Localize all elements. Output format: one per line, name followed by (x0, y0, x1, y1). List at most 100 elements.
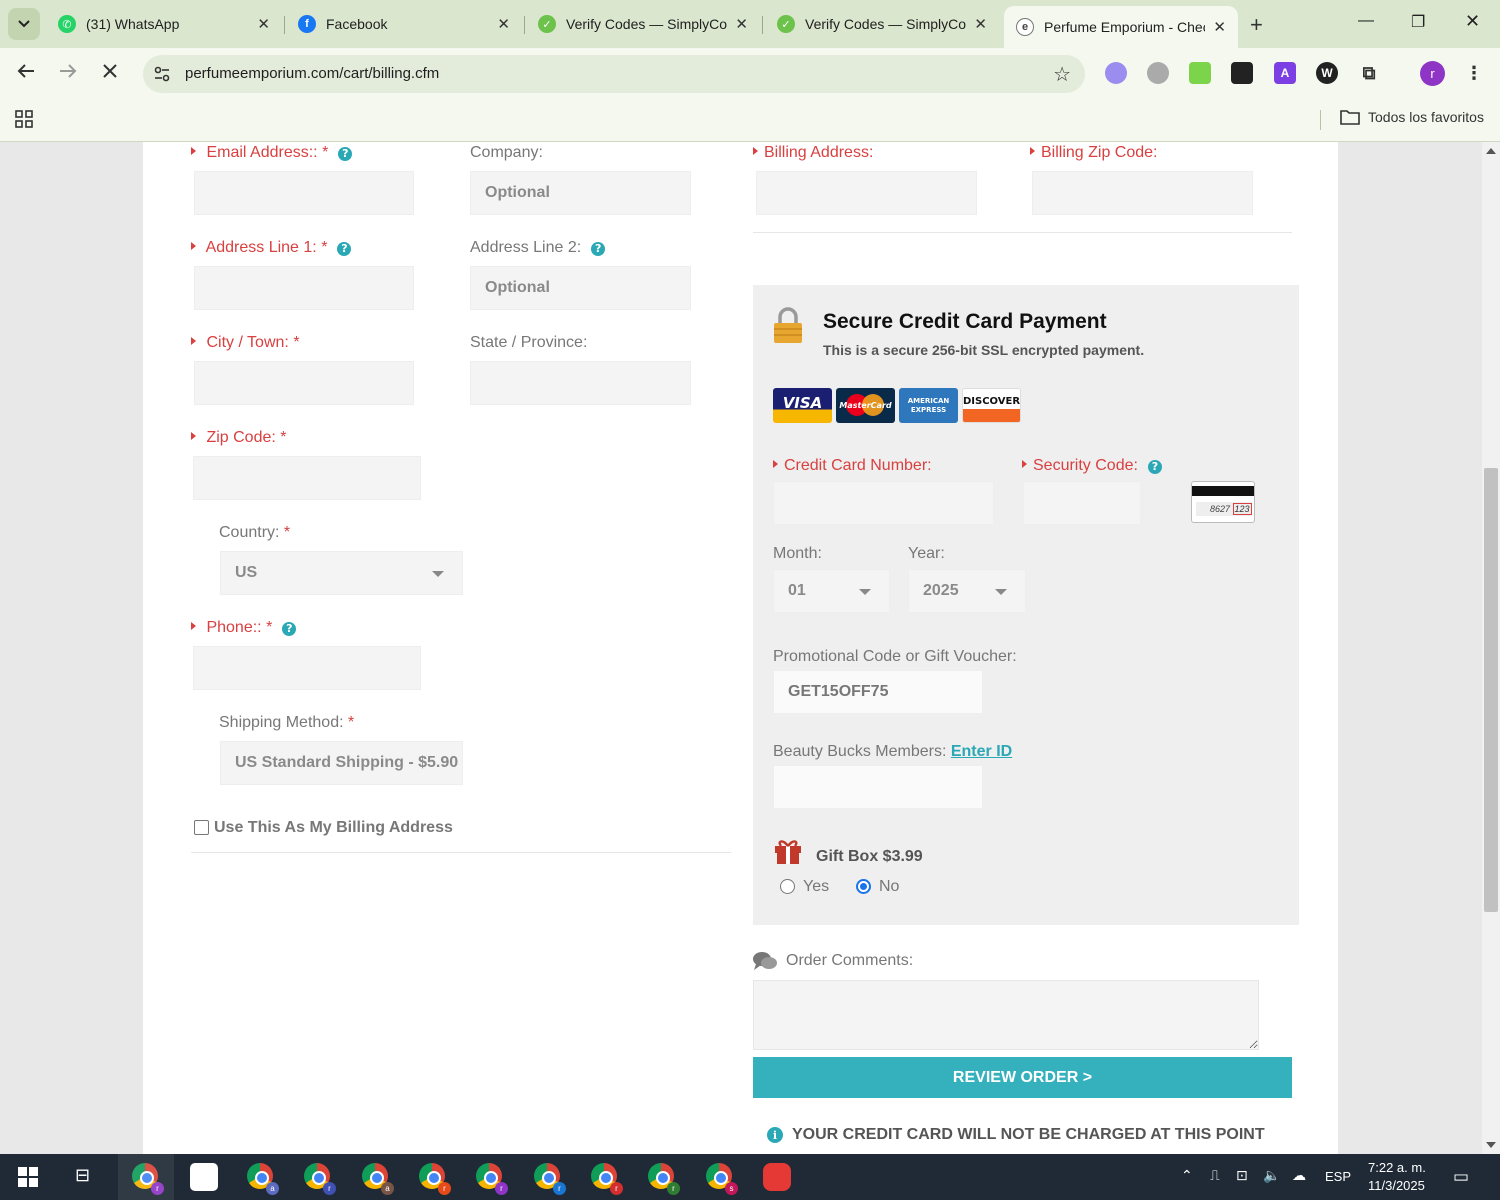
extension-cloud-icon[interactable] (1105, 62, 1127, 84)
taskbar-chrome-a-2[interactable]: a (362, 1163, 394, 1195)
state-input[interactable] (470, 361, 691, 405)
globe-icon[interactable] (1147, 62, 1169, 84)
company-input[interactable]: Optional (470, 171, 691, 215)
tab-verify-codes-2[interactable]: ✓ Verify Codes — SimplyCodes ✕ (765, 6, 999, 42)
payment-title: Secure Credit Card Payment (823, 310, 1107, 333)
tab-search-button[interactable] (8, 8, 40, 40)
close-icon[interactable]: ✕ (974, 15, 987, 33)
charge-notice: i YOUR CREDIT CARD WILL NOT BE CHARGED A… (767, 1126, 1265, 1144)
volume-icon[interactable]: 🔈 (1263, 1167, 1280, 1184)
address-line-2-input[interactable]: Optional (470, 266, 691, 310)
card-number-input[interactable] (773, 481, 994, 525)
help-icon[interactable]: ? (282, 621, 297, 636)
extension-chart-icon[interactable] (1189, 62, 1211, 84)
tray-chevron-up-icon[interactable]: ⌃ (1181, 1167, 1193, 1184)
url-text[interactable]: perfumeemporium.com/cart/billing.cfm (185, 65, 439, 82)
company-label: Company: (470, 144, 543, 161)
tab-facebook[interactable]: f Facebook ✕ (286, 6, 522, 42)
city-input[interactable] (194, 361, 414, 405)
forward-icon[interactable] (56, 62, 80, 85)
gift-box-no-label[interactable]: No (879, 878, 899, 896)
phone-input[interactable] (193, 646, 421, 690)
order-comments-textarea[interactable] (753, 980, 1259, 1050)
tab-verify-codes-1[interactable]: ✓ Verify Codes — SimplyCodes ✕ (526, 6, 760, 42)
order-comments-label: Order Comments: (786, 952, 914, 969)
all-bookmarks-folder[interactable]: Todos los favoritos (1340, 109, 1484, 125)
billing-zip-input[interactable] (1032, 171, 1253, 215)
page-scrollbar[interactable] (1482, 142, 1500, 1154)
tab-title: (31) WhatsApp (86, 16, 180, 32)
taskbar-chrome-r-3[interactable]: r (419, 1163, 451, 1195)
taskbar-chrome-r-2[interactable]: r (304, 1163, 336, 1195)
taskbar-chrome-r-5[interactable]: r (534, 1163, 566, 1195)
close-icon[interactable]: ✕ (1213, 18, 1226, 36)
gift-box-yes-radio[interactable] (780, 879, 795, 894)
taskbar-clock[interactable]: 7:22 a. m. 11/3/2025 (1368, 1159, 1426, 1195)
extension-a-icon[interactable]: A (1274, 62, 1296, 84)
billing-address-input[interactable] (756, 171, 977, 215)
tab-whatsapp[interactable]: ✆ (31) WhatsApp ✕ (46, 6, 282, 42)
beauty-bucks-input[interactable] (773, 765, 983, 809)
minimize-icon[interactable]: — (1358, 12, 1374, 30)
notifications-icon[interactable]: ▭ (1453, 1167, 1469, 1187)
restore-icon[interactable]: ❐ (1411, 12, 1425, 32)
help-icon[interactable]: ? (338, 146, 353, 161)
payment-subtitle: This is a secure 256-bit SSL encrypted p… (823, 342, 1145, 358)
language-indicator[interactable]: ESP (1325, 1169, 1351, 1184)
back-icon[interactable] (14, 62, 38, 85)
new-tab-icon[interactable]: + (1250, 12, 1263, 38)
help-icon[interactable]: ? (337, 241, 352, 256)
close-icon[interactable]: ✕ (497, 15, 510, 33)
help-icon[interactable]: ? (591, 241, 606, 256)
window-close-icon[interactable]: ✕ (1465, 11, 1480, 32)
year-select[interactable]: 2025 (908, 569, 1026, 613)
gift-box-yes-label[interactable]: Yes (803, 878, 829, 896)
extension-audio-icon[interactable] (1231, 62, 1253, 84)
taskbar-pen-app-icon[interactable] (190, 1163, 218, 1191)
address-line-1-input[interactable] (194, 266, 414, 310)
taskbar-chrome-r-7[interactable]: r (648, 1163, 680, 1195)
address-bar[interactable]: perfumeemporium.com/cart/billing.cfm ☆ (143, 55, 1085, 93)
promo-code-input[interactable]: GET15OFF75 (773, 670, 983, 714)
email-input[interactable] (194, 171, 414, 215)
profile-avatar[interactable]: r (1420, 61, 1445, 86)
review-order-button[interactable]: REVIEW ORDER > (753, 1057, 1292, 1098)
gift-box-no-radio[interactable] (856, 879, 871, 894)
enter-id-link[interactable]: Enter ID (951, 743, 1012, 760)
onedrive-cloud-icon[interactable]: ☁ (1292, 1167, 1306, 1184)
scrollbar-thumb[interactable] (1484, 468, 1498, 912)
task-view-icon[interactable]: ⊟ (75, 1165, 90, 1186)
zip-code-input[interactable] (193, 456, 421, 500)
extension-w-icon[interactable]: W (1316, 62, 1338, 84)
tab-separator (524, 16, 525, 34)
taskbar-chrome-r-4[interactable]: r (476, 1163, 508, 1195)
network-icon[interactable]: ⊡ (1236, 1167, 1248, 1184)
site-settings-icon[interactable] (153, 65, 171, 83)
taskbar-chrome-a-1[interactable]: a (247, 1163, 279, 1195)
extensions-puzzle-icon[interactable]: ⧉ (1358, 62, 1380, 84)
tray-device-icon[interactable]: ⎍ (1210, 1167, 1220, 1184)
use-as-billing-label[interactable]: Use This As My Billing Address (214, 819, 453, 837)
scroll-down-icon[interactable] (1486, 1142, 1496, 1148)
help-icon[interactable]: ? (1147, 459, 1162, 474)
close-icon[interactable]: ✕ (735, 15, 748, 33)
taskbar-chrome-s[interactable]: s (706, 1163, 738, 1195)
month-select[interactable]: 01 (773, 569, 890, 613)
country-select[interactable]: US (220, 551, 463, 595)
security-code-input[interactable] (1023, 481, 1141, 525)
use-as-billing-checkbox[interactable] (194, 820, 209, 835)
stop-loading-icon[interactable] (98, 62, 122, 85)
taskbar-red-app-icon[interactable] (763, 1163, 791, 1191)
taskbar-chrome-r-1[interactable]: r (118, 1154, 174, 1200)
menu-kebab-icon[interactable]: ⋮ (1463, 62, 1485, 84)
taskbar-chrome-r-6[interactable]: r (591, 1163, 623, 1195)
company-placeholder: Optional (485, 184, 550, 201)
close-icon[interactable]: ✕ (257, 15, 270, 33)
tab-perfume-emporium[interactable]: e Perfume Emporium - Checkout ✕ (1004, 6, 1238, 48)
scroll-up-icon[interactable] (1486, 148, 1496, 154)
bookmark-star-icon[interactable]: ☆ (1053, 62, 1071, 87)
windows-start-icon[interactable] (18, 1167, 38, 1187)
month-label: Month: (773, 545, 822, 562)
shipping-method-select[interactable]: US Standard Shipping - $5.90 (220, 741, 463, 785)
apps-grid-icon[interactable] (15, 110, 33, 128)
